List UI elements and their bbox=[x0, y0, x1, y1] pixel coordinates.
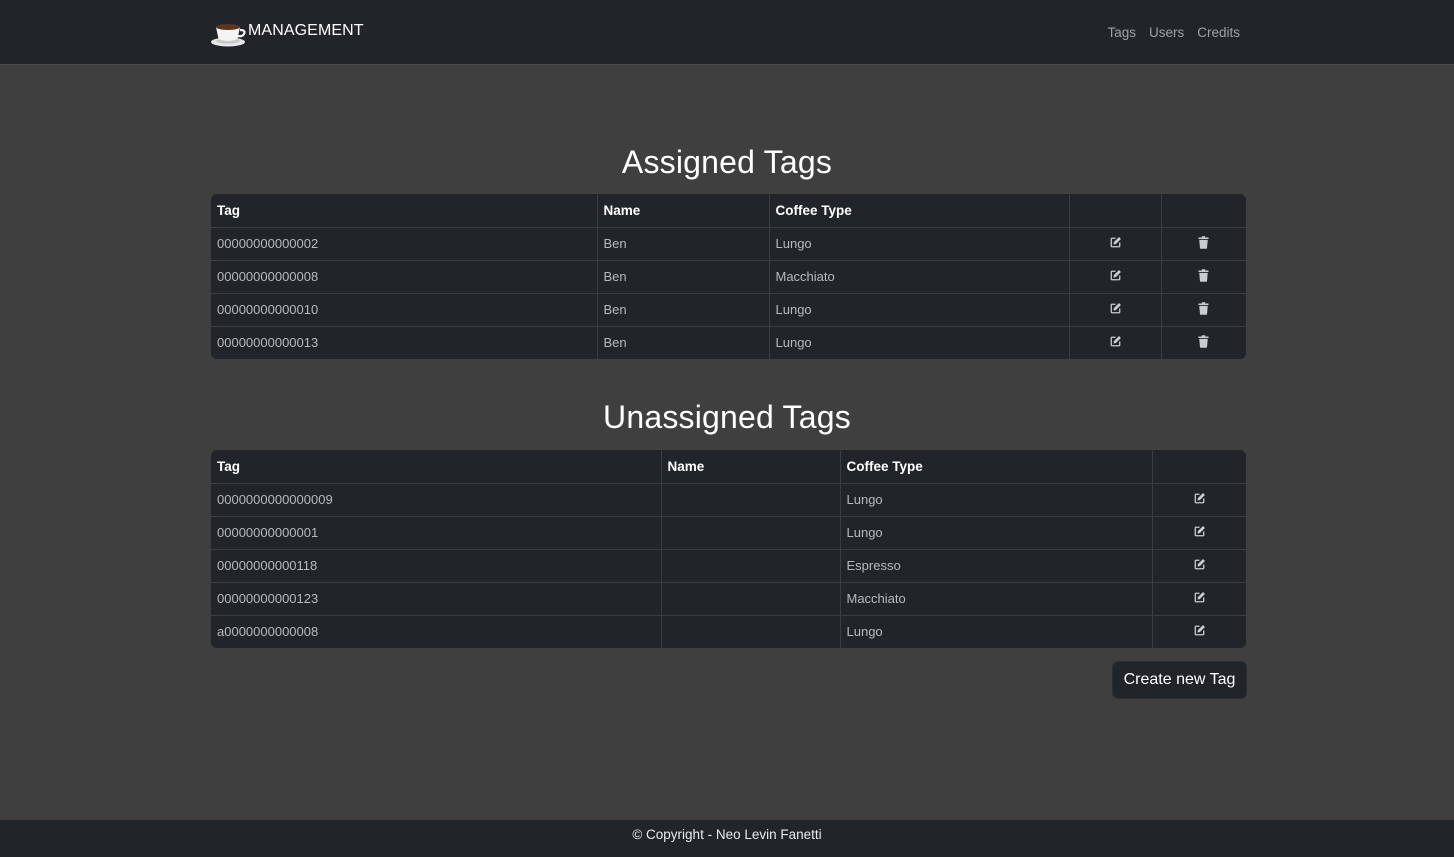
name-cell bbox=[661, 482, 841, 516]
table-header-row: Tag Name Coffee Type bbox=[211, 450, 1246, 483]
assigned-tags-title: Assigned Tags bbox=[621, 144, 833, 180]
column-header-tag: Tag bbox=[211, 194, 598, 227]
navbar: MANAGEMENT Tags Users Credits bbox=[0, 0, 1454, 65]
unassigned-tags-table: Tag Name Coffee Type 0000000000000009 Lun… bbox=[211, 450, 1246, 648]
table-header-row: Tag Name Coffee Type bbox=[211, 194, 1246, 227]
delete-cell bbox=[1161, 325, 1246, 359]
edit-cell bbox=[1069, 226, 1162, 260]
table-row: 00000000000118 Espresso bbox=[211, 548, 1246, 582]
trash-icon[interactable] bbox=[1198, 301, 1209, 318]
edit-cell bbox=[1152, 581, 1246, 615]
coffee-type-cell: Espresso bbox=[840, 548, 1153, 582]
table-row: 00000000000001 Lungo bbox=[211, 515, 1246, 549]
nav-links: Tags Users Credits bbox=[1107, 25, 1240, 40]
assigned-tags-table: Tag Name Coffee Type 00000000000002 Ben Lu… bbox=[211, 194, 1246, 359]
table-row: 00000000000008 Ben Macchiato bbox=[211, 259, 1246, 293]
edit-icon[interactable] bbox=[1193, 492, 1206, 508]
edit-icon[interactable] bbox=[1193, 624, 1206, 640]
column-header-edit bbox=[1069, 194, 1162, 227]
column-header-coffee-type: Coffee Type bbox=[769, 194, 1070, 227]
nav-link-credits[interactable]: Credits bbox=[1197, 25, 1240, 40]
coffee-type-cell: Lungo bbox=[840, 614, 1153, 648]
nav-link-tags[interactable]: Tags bbox=[1107, 25, 1136, 40]
delete-cell bbox=[1161, 292, 1246, 326]
column-header-name: Name bbox=[597, 194, 770, 227]
coffee-type-cell: Macchiato bbox=[769, 259, 1070, 293]
column-header-delete bbox=[1161, 194, 1246, 227]
table-row: 00000000000010 Ben Lungo bbox=[211, 292, 1246, 326]
column-header-name: Name bbox=[661, 450, 841, 483]
name-cell: Ben bbox=[597, 292, 770, 326]
name-cell bbox=[661, 581, 841, 615]
unassigned-tags-title: Unassigned Tags bbox=[603, 399, 851, 435]
coffee-type-cell: Lungo bbox=[769, 226, 1070, 260]
tag-cell: 00000000000008 bbox=[211, 259, 598, 293]
name-cell: Ben bbox=[597, 325, 770, 359]
coffee-type-cell: Lungo bbox=[840, 515, 1153, 549]
brand-link[interactable]: MANAGEMENT bbox=[210, 20, 364, 48]
tag-cell: 00000000000013 bbox=[211, 325, 598, 359]
coffee-type-cell: Lungo bbox=[769, 325, 1070, 359]
trash-icon[interactable] bbox=[1198, 268, 1209, 285]
edit-cell bbox=[1152, 482, 1246, 516]
trash-icon[interactable] bbox=[1198, 335, 1209, 351]
edit-cell bbox=[1069, 259, 1162, 293]
column-header-edit bbox=[1152, 450, 1246, 483]
edit-icon[interactable] bbox=[1193, 525, 1206, 541]
delete-cell bbox=[1161, 226, 1246, 260]
table-row: 00000000000013 Ben Lungo bbox=[211, 325, 1246, 359]
column-header-tag: Tag bbox=[211, 450, 662, 483]
footer: © Copyright - Neo Levin Fanetti bbox=[0, 820, 1454, 857]
tag-cell: 0000000000000009 bbox=[211, 482, 662, 516]
coffee-cup-icon bbox=[211, 24, 246, 47]
name-cell bbox=[661, 548, 841, 582]
edit-icon[interactable] bbox=[1193, 591, 1206, 607]
coffee-type-cell: Macchiato bbox=[840, 581, 1153, 615]
tag-cell: 00000000000118 bbox=[211, 548, 662, 582]
tag-cell: 00000000000002 bbox=[211, 226, 598, 260]
edit-icon[interactable] bbox=[1109, 269, 1122, 285]
tag-cell: 00000000000001 bbox=[211, 515, 662, 549]
name-cell: Ben bbox=[597, 226, 770, 260]
edit-cell bbox=[1069, 325, 1162, 359]
edit-cell bbox=[1069, 292, 1162, 326]
trash-icon[interactable] bbox=[1198, 235, 1209, 252]
name-cell bbox=[661, 515, 841, 549]
table-row: 0000000000000009 Lungo bbox=[211, 482, 1246, 516]
coffee-type-cell: Lungo bbox=[840, 482, 1153, 516]
edit-icon[interactable] bbox=[1109, 302, 1122, 318]
tag-cell: a0000000000008 bbox=[211, 614, 662, 648]
name-cell: Ben bbox=[597, 259, 770, 293]
table-row: a0000000000008 Lungo bbox=[211, 614, 1246, 648]
tag-cell: 00000000000123 bbox=[211, 581, 662, 615]
column-header-coffee-type: Coffee Type bbox=[840, 450, 1153, 483]
edit-cell bbox=[1152, 548, 1246, 582]
brand-title: MANAGEMENT bbox=[248, 22, 364, 39]
table-row: 00000000000002 Ben Lungo bbox=[211, 226, 1246, 260]
edit-cell bbox=[1152, 515, 1246, 549]
copyright-text: © Copyright - Neo Levin Fanetti bbox=[632, 827, 822, 842]
edit-icon[interactable] bbox=[1193, 558, 1206, 574]
edit-cell bbox=[1152, 614, 1246, 648]
nav-link-users[interactable]: Users bbox=[1149, 25, 1184, 40]
delete-cell bbox=[1161, 259, 1246, 293]
coffee-type-cell: Lungo bbox=[769, 292, 1070, 326]
name-cell bbox=[661, 614, 841, 648]
tag-cell: 00000000000010 bbox=[211, 292, 598, 326]
edit-icon[interactable] bbox=[1109, 335, 1122, 351]
create-new-tag-button[interactable]: Create new Tag bbox=[1112, 661, 1247, 699]
edit-icon[interactable] bbox=[1109, 236, 1122, 252]
table-row: 00000000000123 Macchiato bbox=[211, 581, 1246, 615]
